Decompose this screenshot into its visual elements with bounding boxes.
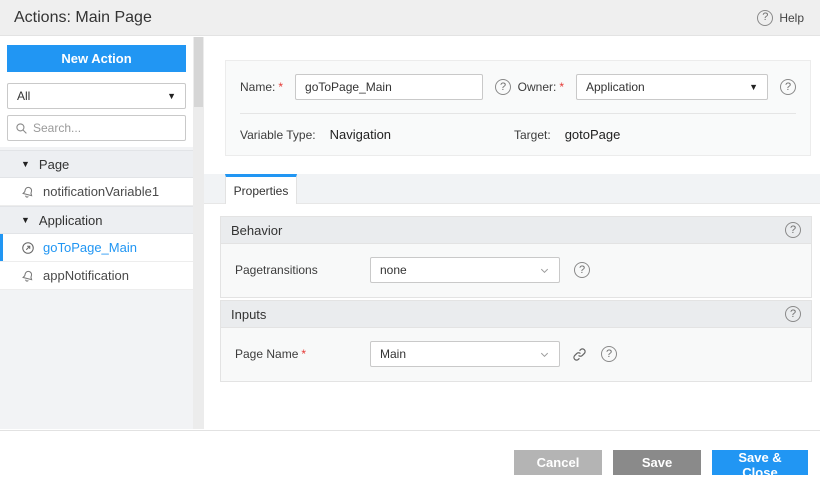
chevron-down-icon <box>540 268 549 273</box>
action-summary-panel: Name: * ? Owner: * Application ▼ ? Varia… <box>225 60 811 156</box>
collapse-triangle-icon: ▼ <box>21 215 30 225</box>
inputs-section-header: Inputs ? <box>221 301 811 328</box>
inputs-help-icon[interactable]: ? <box>785 306 801 322</box>
tree-group-label: Application <box>38 212 103 228</box>
behavior-help-icon[interactable]: ? <box>785 222 801 238</box>
page-name-label: Page Name * <box>235 347 307 361</box>
variable-type-label: Variable Type: <box>240 127 316 142</box>
chevron-down-icon <box>540 352 549 357</box>
owner-label: Owner: <box>517 80 557 94</box>
bind-link-icon[interactable] <box>572 347 587 362</box>
required-marker: * <box>278 80 284 94</box>
tree-item-notificationvariable1[interactable]: notificationVariable1 <box>0 178 193 206</box>
tree-item-label: appNotification <box>43 268 129 283</box>
variable-type-value: Navigation <box>329 127 392 142</box>
behavior-section-body: Pagetransitions none ? <box>221 244 811 297</box>
header-bar: Actions: Main Page ? Help <box>0 0 820 36</box>
target-field: Target: gotoPage <box>514 127 796 142</box>
collapse-triangle-icon: ▼ <box>21 159 30 169</box>
bell-icon <box>22 186 33 198</box>
required-marker: * <box>559 80 564 94</box>
search-icon <box>16 122 27 134</box>
sidebar-scrollbar[interactable] <box>193 37 204 429</box>
behavior-section: Behavior ? Pagetransitions none ? <box>220 216 812 298</box>
inputs-title: Inputs <box>231 306 267 322</box>
target-value: gotoPage <box>564 127 621 142</box>
owner-dropdown-value: Application <box>586 80 645 94</box>
target-label: Target: <box>514 127 551 142</box>
save-button[interactable]: Save <box>613 450 701 475</box>
behavior-title: Behavior <box>231 222 283 238</box>
owner-field: Owner: * Application ▼ ? <box>518 74 796 100</box>
new-action-button[interactable]: New Action <box>7 45 186 72</box>
save-and-close-button[interactable]: Save & Close <box>712 450 808 480</box>
tree-item-label: goToPage_Main <box>43 240 137 255</box>
tab-properties[interactable]: Properties <box>225 174 297 204</box>
search-box <box>7 115 186 141</box>
owner-help-icon[interactable]: ? <box>780 79 796 95</box>
footer-buttons: Cancel Save Save & Close <box>514 450 808 480</box>
help-icon: ? <box>757 9 774 26</box>
pagetransitions-value: none <box>380 263 407 277</box>
help-button[interactable]: ? Help <box>757 9 804 26</box>
page-title: Actions: Main Page <box>14 8 152 26</box>
navigation-icon <box>22 241 34 254</box>
tree-group-application[interactable]: ▼ Application <box>0 206 193 234</box>
help-label: Help <box>779 10 804 25</box>
caret-down-icon: ▼ <box>749 82 758 92</box>
caret-down-icon: ▼ <box>167 91 176 101</box>
footer-bar: Cancel Save Save & Close <box>0 430 820 488</box>
filter-dropdown-value: All <box>17 89 31 103</box>
tree-group-label: Page <box>38 156 70 172</box>
pagetransitions-help-icon[interactable]: ? <box>574 262 590 278</box>
tree-item-appnotification[interactable]: appNotification <box>0 262 193 290</box>
sidebar: New Action All ▼ ▼ Page notificationVari… <box>0 37 193 429</box>
required-marker: * <box>301 347 307 361</box>
filter-dropdown[interactable]: All ▼ <box>7 83 186 109</box>
name-input[interactable] <box>295 74 484 100</box>
page-name-help-icon[interactable]: ? <box>601 346 617 362</box>
owner-dropdown[interactable]: Application ▼ <box>576 74 768 100</box>
page-name-dropdown[interactable]: Main <box>370 341 560 367</box>
tab-bar: Properties <box>204 174 820 204</box>
behavior-section-header: Behavior ? <box>221 217 811 244</box>
page-name-value: Main <box>380 347 407 361</box>
cancel-button[interactable]: Cancel <box>514 450 602 475</box>
search-input[interactable] <box>33 121 173 135</box>
sidebar-controls: New Action All ▼ <box>0 37 193 147</box>
inputs-section: Inputs ? Page Name * Main ? <box>220 300 812 382</box>
pagetransitions-dropdown[interactable]: none <box>370 257 560 283</box>
bell-icon <box>22 270 33 282</box>
name-owner-row: Name: * ? Owner: * Application ▼ ? <box>226 61 810 113</box>
tree-group-page[interactable]: ▼ Page <box>0 150 193 178</box>
name-help-icon[interactable]: ? <box>495 79 512 95</box>
action-tree: ▼ Page notificationVariable1 ▼ Applicati… <box>0 150 193 290</box>
pagetransitions-label: Pagetransitions <box>235 263 318 277</box>
type-target-row: Variable Type: Navigation Target: gotoPa… <box>226 114 810 155</box>
tree-item-gotopage-main[interactable]: goToPage_Main <box>0 234 193 262</box>
actions-editor-window: Actions: Main Page ? Help New Action All… <box>0 0 820 488</box>
scrollbar-thumb[interactable] <box>194 37 203 107</box>
inputs-section-body: Page Name * Main ? <box>221 328 811 381</box>
name-label: Name: <box>240 80 276 94</box>
main-panel: Name: * ? Owner: * Application ▼ ? Varia… <box>204 37 820 429</box>
tree-item-label: notificationVariable1 <box>43 184 160 199</box>
